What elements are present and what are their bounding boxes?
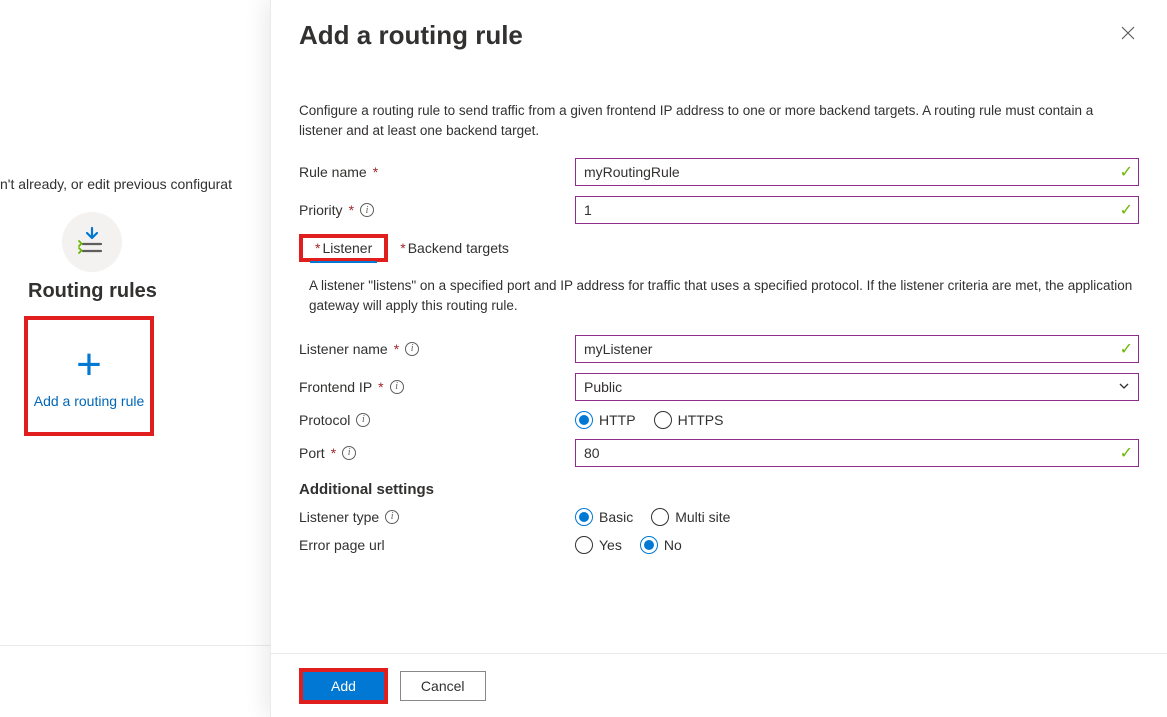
- listener-name-row: Listener name * i ✓: [299, 335, 1139, 363]
- protocol-https-radio[interactable]: [654, 411, 672, 429]
- tab-backend-targets[interactable]: *Backend targets: [392, 234, 517, 262]
- listener-fields: Listener name * i ✓ Frontend IP * i P: [299, 335, 1139, 554]
- info-icon[interactable]: i: [390, 380, 404, 394]
- required-asterisk: *: [349, 202, 354, 218]
- panel-footer: Add Cancel: [271, 653, 1167, 717]
- info-icon[interactable]: i: [360, 203, 374, 217]
- priority-input[interactable]: [575, 196, 1139, 224]
- error-page-yes-radio[interactable]: [575, 536, 593, 554]
- panel-body: Configure a routing rule to send traffic…: [271, 101, 1167, 554]
- checkmark-icon: ✓: [1120, 162, 1133, 182]
- protocol-label: Protocol: [299, 412, 350, 428]
- close-icon[interactable]: [1117, 20, 1139, 49]
- priority-label: Priority: [299, 202, 343, 218]
- listener-type-basic-radio[interactable]: [575, 508, 593, 526]
- port-label: Port: [299, 445, 325, 461]
- info-icon[interactable]: i: [405, 342, 419, 356]
- listener-name-input[interactable]: [575, 335, 1139, 363]
- priority-row: Priority * i ✓: [299, 196, 1139, 224]
- port-row: Port * i ✓: [299, 439, 1139, 467]
- error-page-radio-group: Yes No: [575, 536, 1139, 554]
- listener-name-label: Listener name: [299, 341, 388, 357]
- left-divider: [0, 645, 270, 646]
- add-tile-label: Add a routing rule: [34, 393, 145, 409]
- frontend-ip-label: Frontend IP: [299, 379, 372, 395]
- panel-description: Configure a routing rule to send traffic…: [299, 101, 1139, 140]
- listener-type-label: Listener type: [299, 509, 379, 525]
- chevron-down-icon: [1118, 379, 1130, 395]
- checkmark-icon: ✓: [1120, 443, 1133, 463]
- plus-icon: +: [76, 343, 102, 387]
- tabs-row: *Listener *Backend targets: [299, 234, 1139, 262]
- highlight-box-add: Add: [299, 668, 388, 704]
- listener-description: A listener "listens" on a specified port…: [309, 276, 1139, 317]
- routing-step-icon: [62, 212, 122, 272]
- panel-header: Add a routing rule: [271, 0, 1167, 61]
- cancel-button[interactable]: Cancel: [400, 671, 486, 701]
- rule-name-row: Rule name * ✓: [299, 158, 1139, 186]
- add-routing-rule-panel: Add a routing rule Configure a routing r…: [270, 0, 1167, 717]
- routing-icon: [76, 226, 108, 258]
- error-page-no-radio[interactable]: [640, 536, 658, 554]
- protocol-radio-group: HTTP HTTPS: [575, 411, 1139, 429]
- panel-title: Add a routing rule: [299, 20, 523, 51]
- listener-type-radio-group: Basic Multi site: [575, 508, 1139, 526]
- add-button[interactable]: Add: [303, 672, 384, 700]
- checkmark-icon: ✓: [1120, 339, 1133, 359]
- port-input[interactable]: [575, 439, 1139, 467]
- add-routing-rule-tile[interactable]: + Add a routing rule: [24, 316, 154, 436]
- frontend-ip-row: Frontend IP * i Public: [299, 373, 1139, 401]
- info-icon[interactable]: i: [356, 413, 370, 427]
- checkmark-icon: ✓: [1120, 200, 1133, 220]
- highlight-box-listener: *Listener: [299, 234, 388, 262]
- tab-listener[interactable]: *Listener: [307, 234, 380, 262]
- routing-rules-heading: Routing rules: [28, 280, 157, 303]
- info-icon[interactable]: i: [342, 446, 356, 460]
- error-page-row: Error page url Yes No: [299, 536, 1139, 554]
- additional-settings-heading: Additional settings: [299, 481, 1139, 498]
- required-asterisk: *: [373, 164, 378, 180]
- protocol-http-radio[interactable]: [575, 411, 593, 429]
- wizard-step-text: n't already, or edit previous configurat: [0, 176, 270, 192]
- rule-name-label: Rule name: [299, 164, 367, 180]
- info-icon[interactable]: i: [385, 510, 399, 524]
- listener-type-row: Listener type i Basic Multi site: [299, 508, 1139, 526]
- error-page-label: Error page url: [299, 537, 385, 553]
- protocol-row: Protocol i HTTP HTTPS: [299, 411, 1139, 429]
- frontend-ip-select[interactable]: Public: [575, 373, 1139, 401]
- listener-type-multi-radio[interactable]: [651, 508, 669, 526]
- rule-name-input[interactable]: [575, 158, 1139, 186]
